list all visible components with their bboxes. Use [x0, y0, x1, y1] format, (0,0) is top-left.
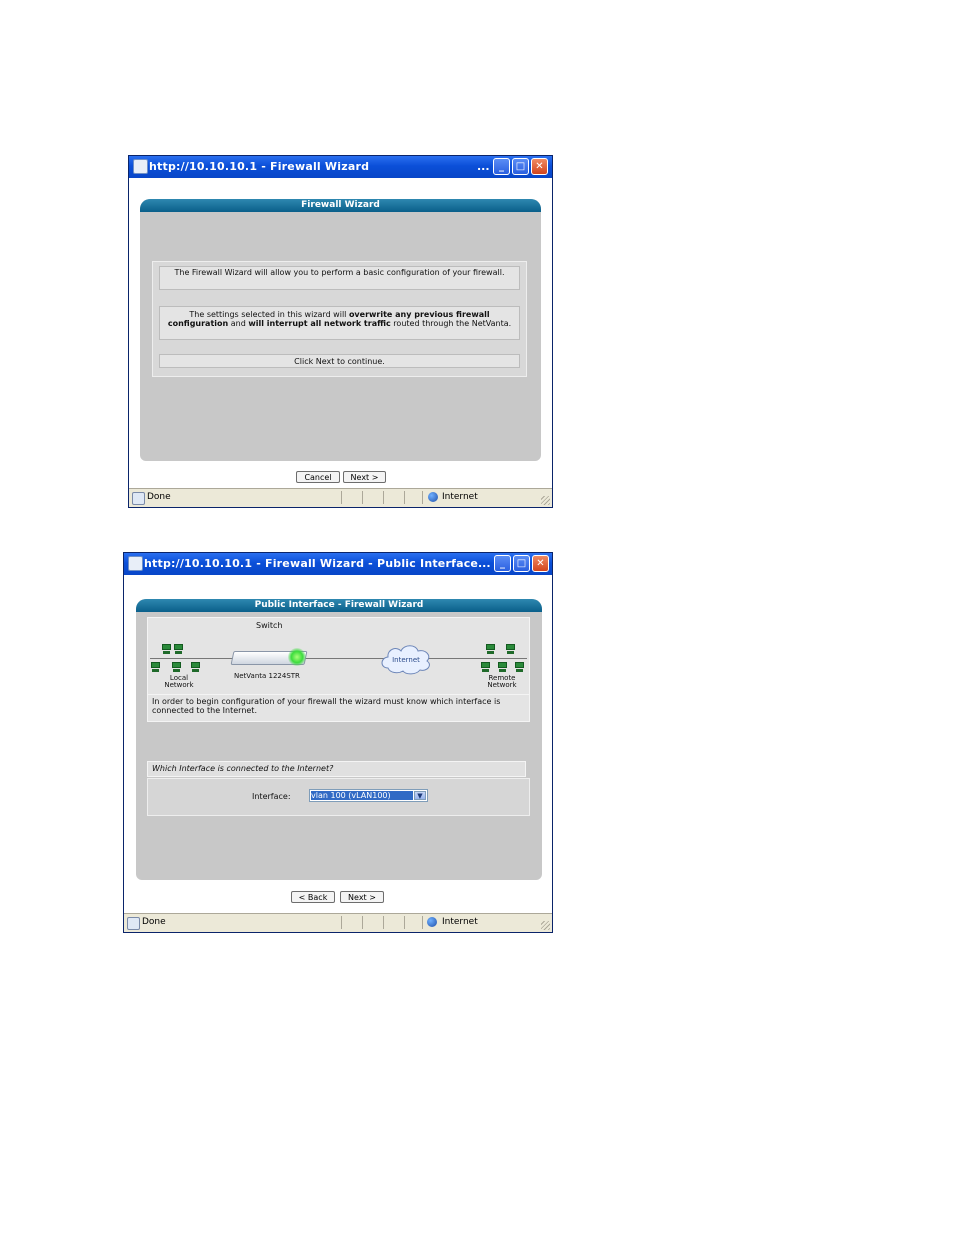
info-box: In order to begin configuration of your …: [147, 694, 530, 722]
warning-bold-2: will interrupt all network traffic: [248, 319, 391, 328]
link-led-icon: [288, 648, 306, 666]
status-text: Done: [142, 917, 166, 927]
resize-grip-icon[interactable]: [541, 496, 550, 505]
status-text: Done: [147, 492, 171, 502]
zone-text: Internet: [442, 492, 478, 502]
warning-message: The settings selected in this wizard wil…: [159, 306, 520, 340]
pc-icon: [174, 644, 183, 654]
local-network-label: Local Network: [164, 674, 194, 689]
remote-network-label: Remote Network: [487, 674, 517, 689]
network-diagram: Switch Local Network NetVanta 1224STR In…: [147, 617, 530, 695]
title-bar[interactable]: http://10.10.10.1 - Firewall Wizard ... …: [129, 156, 552, 178]
internet-label: Internet: [392, 656, 420, 664]
cloud-icon: Internet: [381, 645, 430, 675]
pc-icon: [162, 644, 171, 654]
interface-row: Interface: vlan 100 (vLAN100) ▼: [147, 778, 530, 816]
panel-title: Public Interface - Firewall Wizard: [136, 599, 542, 612]
pc-icon: [498, 662, 507, 672]
minimize-icon[interactable]: _: [493, 158, 510, 175]
cancel-button[interactable]: Cancel: [296, 471, 340, 483]
chevron-down-icon[interactable]: ▼: [414, 791, 426, 800]
status-divider: [383, 491, 384, 504]
minimize-icon[interactable]: _: [494, 555, 511, 572]
window-title: http://10.10.10.1 - Firewall Wizard - Pu…: [144, 557, 479, 570]
status-divider: [341, 916, 342, 929]
interface-select[interactable]: vlan 100 (vLAN100) ▼: [309, 789, 428, 802]
network-line: [150, 658, 527, 659]
status-divider: [362, 916, 363, 929]
title-ellipsis: ...: [477, 160, 490, 173]
status-divider: [383, 916, 384, 929]
maximize-icon[interactable]: □: [513, 555, 530, 572]
warning-text-1: The settings selected in this wizard wil…: [189, 310, 349, 319]
page-status-icon: [127, 917, 140, 930]
pc-icon: [172, 662, 181, 672]
intro-message: The Firewall Wizard will allow you to pe…: [159, 266, 520, 290]
status-divider: [404, 491, 405, 504]
resize-grip-icon[interactable]: [541, 921, 550, 930]
panel-title: Firewall Wizard: [140, 199, 541, 212]
back-button[interactable]: < Back: [291, 891, 335, 903]
globe-icon: [428, 492, 438, 502]
pc-icon: [506, 644, 515, 654]
interface-select-value: vlan 100 (vLAN100): [311, 791, 413, 800]
pc-icon: [486, 644, 495, 654]
status-bar: Done Internet: [129, 488, 552, 507]
status-divider: [362, 491, 363, 504]
window-title: http://10.10.10.1 - Firewall Wizard: [149, 160, 370, 173]
interface-label: Interface:: [252, 792, 291, 801]
page-content: Firewall Wizard The Firewall Wizard will…: [133, 178, 548, 489]
status-bar: Done Internet: [124, 913, 552, 932]
status-divider: [422, 491, 423, 504]
warning-text-2: and: [228, 319, 249, 328]
public-interface-window: http://10.10.10.1 - Firewall Wizard - Pu…: [123, 552, 553, 933]
next-button[interactable]: Next >: [343, 471, 386, 483]
page-status-icon: [132, 492, 145, 505]
pc-icon: [191, 662, 200, 672]
status-divider: [341, 491, 342, 504]
close-icon[interactable]: ✕: [531, 158, 548, 175]
maximize-icon[interactable]: □: [512, 158, 529, 175]
ie-page-icon: [133, 159, 148, 174]
warning-text-3: routed through the NetVanta.: [390, 319, 512, 328]
page-content: Public Interface - Firewall Wizard Switc…: [128, 575, 548, 914]
wizard-panel: Public Interface - Firewall Wizard Switc…: [136, 599, 542, 880]
status-divider: [404, 916, 405, 929]
status-divider: [422, 916, 423, 929]
close-icon[interactable]: ✕: [532, 555, 549, 572]
ie-page-icon: [128, 556, 143, 571]
globe-icon: [427, 917, 437, 927]
title-bar[interactable]: http://10.10.10.1 - Firewall Wizard - Pu…: [124, 553, 552, 575]
continue-message: Click Next to continue.: [159, 354, 520, 368]
title-ellipsis: ...: [478, 557, 491, 570]
switch-label: Switch: [256, 621, 283, 630]
pc-icon: [481, 662, 490, 672]
question-row: Which Interface is connected to the Inte…: [147, 761, 526, 777]
firewall-wizard-window: http://10.10.10.1 - Firewall Wizard ... …: [128, 155, 553, 508]
pc-icon: [151, 662, 160, 672]
pc-icon: [515, 662, 524, 672]
device-label: NetVanta 1224STR: [234, 672, 300, 680]
zone-text: Internet: [442, 917, 478, 927]
wizard-panel: Firewall Wizard The Firewall Wizard will…: [140, 199, 541, 461]
next-button[interactable]: Next >: [340, 891, 384, 903]
message-box: The Firewall Wizard will allow you to pe…: [152, 261, 527, 377]
